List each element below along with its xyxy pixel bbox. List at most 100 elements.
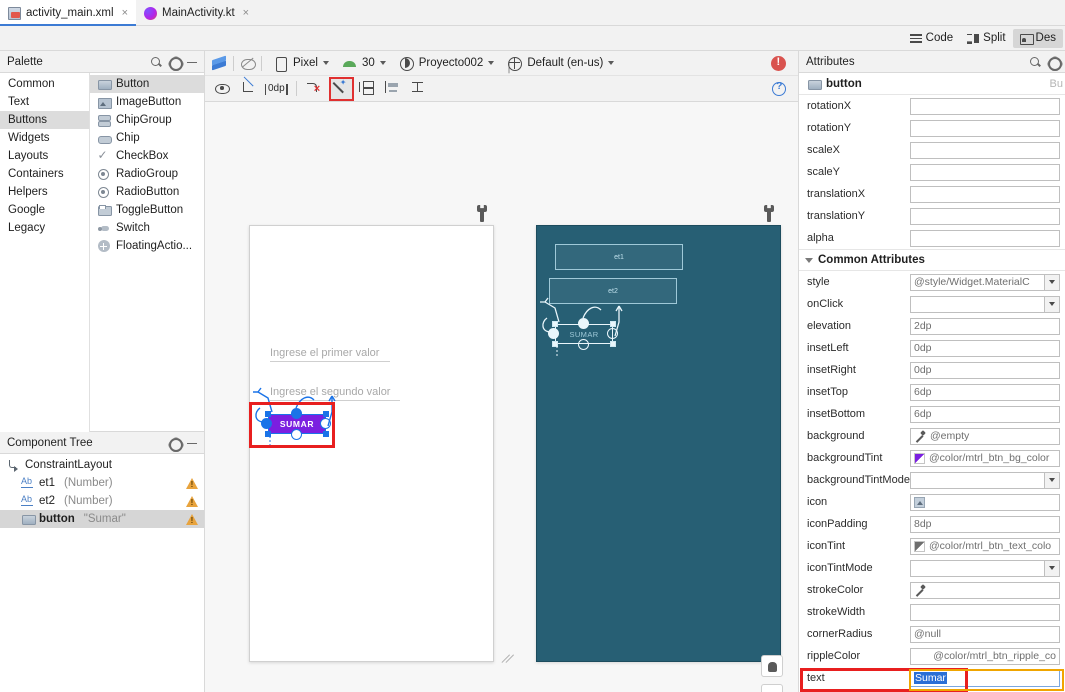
palette-category-google[interactable]: Google bbox=[0, 201, 89, 219]
attr-row-text[interactable]: text Sumar bbox=[799, 667, 1065, 689]
attr-row-icontint[interactable]: iconTint @color/mtrl_btn_text_colo bbox=[799, 535, 1065, 557]
tree-item-et1[interactable]: et1 (Number) bbox=[0, 474, 204, 492]
attr-input-insetbottom[interactable]: 6dp bbox=[910, 405, 1060, 423]
gear-icon[interactable] bbox=[1045, 54, 1062, 71]
blueprint-resize-handle-tr[interactable] bbox=[610, 321, 616, 327]
attr-input-onclick[interactable] bbox=[910, 295, 1060, 313]
attr-row-insetright[interactable]: insetRight 0dp bbox=[799, 359, 1065, 381]
blueprint-resize-handle-tl[interactable] bbox=[552, 321, 558, 327]
edittext-et1-hint[interactable]: Ingrese el primer valor bbox=[270, 347, 390, 362]
chevron-down-icon[interactable] bbox=[1044, 472, 1059, 488]
attr-input-cornerradius[interactable]: @null bbox=[910, 625, 1060, 643]
palette-category-buttons[interactable]: Buttons bbox=[0, 111, 89, 129]
attr-input-backgroundtintmode[interactable] bbox=[910, 471, 1060, 489]
palette-item-radiogroup[interactable]: RadioGroup bbox=[90, 165, 204, 183]
warning-icon[interactable] bbox=[186, 477, 198, 489]
wrench-icon[interactable] bbox=[762, 205, 776, 223]
palette-category-layouts[interactable]: Layouts bbox=[0, 147, 89, 165]
palette-category-common[interactable]: Common bbox=[0, 75, 89, 93]
image-swatch-icon[interactable] bbox=[914, 496, 925, 508]
attr-input-background[interactable]: @empty bbox=[910, 427, 1060, 445]
attr-row-scaley[interactable]: scaleY bbox=[799, 161, 1065, 183]
blueprint-resize-handle-bl[interactable] bbox=[552, 341, 558, 347]
resize-handle-bl[interactable] bbox=[265, 431, 271, 437]
palette-item-checkbox[interactable]: CheckBox bbox=[90, 147, 204, 165]
blueprint-surface[interactable]: et1 et2 SUMAR bbox=[536, 225, 781, 662]
edittext-et2-hint[interactable]: Ingrese el segundo valor bbox=[270, 386, 400, 401]
resize-grip-icon[interactable] bbox=[500, 650, 516, 666]
palette-category-legacy[interactable]: Legacy bbox=[0, 219, 89, 237]
device-dropdown[interactable]: Pixel bbox=[267, 54, 334, 73]
attr-row-alpha[interactable]: alpha bbox=[799, 227, 1065, 249]
show-constraints-icon[interactable] bbox=[213, 79, 234, 99]
palette-item-imagebutton[interactable]: ImageButton bbox=[90, 93, 204, 111]
attr-input-translationx[interactable] bbox=[910, 185, 1060, 203]
color-swatch-icon[interactable] bbox=[914, 452, 925, 464]
attr-row-cornerradius[interactable]: cornerRadius @null bbox=[799, 623, 1065, 645]
align-icon[interactable] bbox=[383, 79, 404, 99]
tree-item-et2[interactable]: et2 (Number) bbox=[0, 492, 204, 510]
resize-handle-tr[interactable] bbox=[323, 411, 329, 417]
attr-row-backgroundtintmode[interactable]: backgroundTintMode bbox=[799, 469, 1065, 491]
attr-input-alpha[interactable] bbox=[910, 229, 1060, 247]
gear-icon[interactable] bbox=[166, 54, 183, 71]
no-preview-icon[interactable] bbox=[239, 55, 256, 72]
design-surface-icon[interactable] bbox=[211, 55, 228, 72]
attr-input-iconpadding[interactable]: 8dp bbox=[910, 515, 1060, 533]
palette-item-floatingactionbutton[interactable]: FloatingActio... bbox=[90, 237, 204, 255]
minimize-icon[interactable] bbox=[184, 435, 200, 451]
attr-input-style[interactable]: @style/Widget.MaterialC bbox=[910, 273, 1060, 291]
attr-row-translationy[interactable]: translationY bbox=[799, 205, 1065, 227]
constraint-anchor-top[interactable] bbox=[291, 408, 302, 419]
attr-row-ripplecolor[interactable]: rippleColor @color/mtrl_btn_ripple_co bbox=[799, 645, 1065, 667]
attr-row-background[interactable]: background @empty bbox=[799, 425, 1065, 447]
attr-row-icontintmode[interactable]: iconTintMode bbox=[799, 557, 1065, 579]
blueprint-anchor-right[interactable] bbox=[607, 328, 618, 339]
attr-input-translationy[interactable] bbox=[910, 207, 1060, 225]
palette-category-widgets[interactable]: Widgets bbox=[0, 129, 89, 147]
help-icon[interactable] bbox=[772, 81, 786, 96]
blueprint-resize-handle-br[interactable] bbox=[610, 341, 616, 347]
common-attributes-section-header[interactable]: Common Attributes bbox=[799, 249, 1065, 271]
attr-input-strokewidth[interactable] bbox=[910, 603, 1060, 621]
attr-input-icontint[interactable]: @color/mtrl_btn_text_colo bbox=[910, 537, 1060, 555]
attr-row-insetleft[interactable]: insetLeft 0dp bbox=[799, 337, 1065, 359]
color-picker-icon[interactable] bbox=[914, 431, 926, 442]
search-icon[interactable] bbox=[1027, 54, 1043, 70]
design-preview-surface[interactable]: Ingrese el primer valor Ingrese el segun… bbox=[249, 225, 494, 662]
attr-input-insettop[interactable]: 6dp bbox=[910, 383, 1060, 401]
attr-input-elevation[interactable]: 2dp bbox=[910, 317, 1060, 335]
pack-icon[interactable] bbox=[357, 79, 378, 99]
close-icon[interactable]: × bbox=[122, 7, 128, 19]
chevron-down-icon[interactable] bbox=[1044, 560, 1059, 576]
minimize-icon[interactable] bbox=[184, 54, 200, 70]
attr-row-backgroundtint[interactable]: backgroundTint @color/mtrl_btn_bg_color bbox=[799, 447, 1065, 469]
palette-item-chipgroup[interactable]: ChipGroup bbox=[90, 111, 204, 129]
infer-constraints-magic-icon[interactable] bbox=[328, 76, 354, 101]
search-icon[interactable] bbox=[148, 54, 164, 70]
blueprint-et2[interactable]: et2 bbox=[549, 278, 677, 304]
color-picker-icon[interactable] bbox=[914, 585, 926, 596]
palette-category-containers[interactable]: Containers bbox=[0, 165, 89, 183]
attr-row-rotationy[interactable]: rotationY bbox=[799, 117, 1065, 139]
attr-row-strokecolor[interactable]: strokeColor bbox=[799, 579, 1065, 601]
attr-input-scalex[interactable] bbox=[910, 141, 1060, 159]
mode-design-button[interactable]: Des bbox=[1012, 28, 1063, 48]
default-margin-value[interactable]: 0dp bbox=[265, 83, 288, 95]
attr-row-style[interactable]: style @style/Widget.MaterialC bbox=[799, 271, 1065, 293]
attr-input-scaley[interactable] bbox=[910, 163, 1060, 181]
pan-tool-button[interactable] bbox=[761, 655, 783, 677]
attr-input-icontintmode[interactable] bbox=[910, 559, 1060, 577]
tree-item-button[interactable]: button "Sumar" bbox=[0, 510, 204, 528]
attr-row-rotationx[interactable]: rotationX bbox=[799, 95, 1065, 117]
color-swatch-icon[interactable] bbox=[914, 540, 925, 552]
attr-row-insetbottom[interactable]: insetBottom 6dp bbox=[799, 403, 1065, 425]
blueprint-anchor-left[interactable] bbox=[548, 328, 559, 339]
error-badge-icon[interactable] bbox=[771, 55, 786, 71]
attr-row-elevation[interactable]: elevation 2dp bbox=[799, 315, 1065, 337]
attr-row-onclick[interactable]: onClick bbox=[799, 293, 1065, 315]
constraint-anchor-left[interactable] bbox=[261, 418, 272, 429]
locale-dropdown[interactable]: Default (en-us) bbox=[501, 54, 619, 73]
palette-item-switch[interactable]: Switch bbox=[90, 219, 204, 237]
palette-item-togglebutton[interactable]: ToggleButton bbox=[90, 201, 204, 219]
